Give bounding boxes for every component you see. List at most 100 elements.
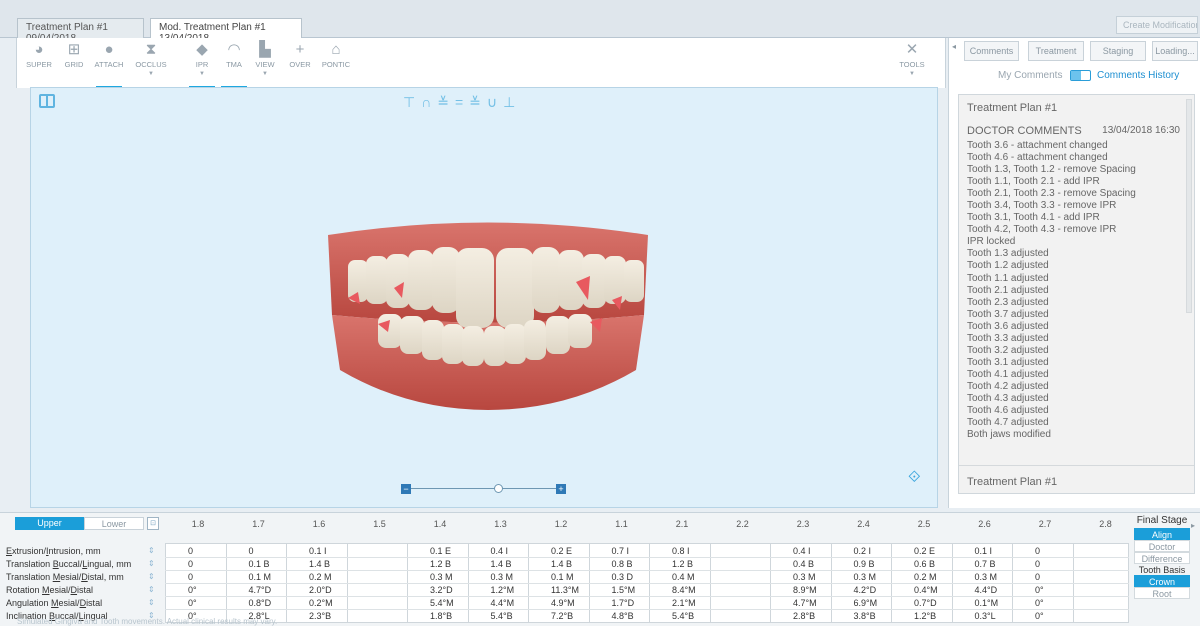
table-cell[interactable]: 0: [1035, 546, 1085, 556]
table-cell[interactable]: 4.7°D: [249, 585, 299, 595]
table-cell[interactable]: 0.2 E: [551, 546, 601, 556]
table-cell[interactable]: 0.3 M: [975, 572, 1025, 582]
comments-scrollbar[interactable]: [1186, 99, 1192, 313]
tool-attach[interactable]: ● ATTACH: [92, 40, 126, 89]
table-cell[interactable]: 5.4°B: [491, 611, 541, 621]
tooth-column-header[interactable]: 2.3: [773, 519, 833, 529]
table-cell[interactable]: 5.4°B: [672, 611, 722, 621]
table-cell[interactable]: 0.1 I: [309, 546, 359, 556]
tooth-column-header[interactable]: 1.5: [350, 519, 410, 529]
table-cell[interactable]: 0.8 I: [672, 546, 722, 556]
table-cell[interactable]: 0.6 B: [914, 559, 964, 569]
dental-arch-3d-model[interactable]: [318, 220, 658, 410]
tool-occlusion[interactable]: ⧗ OCCLUS ▼: [134, 40, 168, 78]
view-orientation-icons[interactable]: ⊤∩≚=≚∪⊥: [403, 94, 521, 111]
tool-grid[interactable]: ⊞ GRID: [57, 40, 91, 70]
table-cell[interactable]: 3.2°D: [430, 585, 480, 595]
table-cell[interactable]: 4.9°M: [551, 598, 601, 608]
jaw-lower-button[interactable]: Lower: [84, 517, 144, 530]
table-cell[interactable]: 0.3°L: [975, 611, 1025, 621]
table-cell[interactable]: 0.1 M: [249, 572, 299, 582]
tooth-column-header[interactable]: 1.7: [229, 519, 289, 529]
table-cell[interactable]: 4.2°D: [854, 585, 904, 595]
table-cell[interactable]: 0: [188, 559, 238, 569]
final-stage-option-align[interactable]: Align: [1134, 528, 1190, 540]
table-cell[interactable]: 0°: [188, 585, 238, 595]
table-cell[interactable]: 4.4°M: [491, 598, 541, 608]
tooth-column-header[interactable]: 1.6: [289, 519, 349, 529]
table-cell[interactable]: 0: [1035, 572, 1085, 582]
table-cell[interactable]: 1.4 B: [309, 559, 359, 569]
comments-history-label[interactable]: Comments History: [1097, 70, 1179, 81]
jaw-options-icon[interactable]: ⊡: [147, 517, 159, 530]
zoom-in-icon[interactable]: +: [556, 484, 566, 494]
table-cell[interactable]: 0.4 M: [672, 572, 722, 582]
table-cell[interactable]: 0.7 B: [975, 559, 1025, 569]
table-cell[interactable]: 0.1 M: [551, 572, 601, 582]
table-cell[interactable]: 0.1 E: [430, 546, 480, 556]
table-cell[interactable]: 0°: [1035, 585, 1085, 595]
tool-ipr[interactable]: ◆ IPR ▼: [185, 40, 219, 89]
tooth-column-header[interactable]: 2.6: [955, 519, 1015, 529]
tab-staging[interactable]: Staging: [1090, 41, 1146, 61]
table-cell[interactable]: 0.9 B: [854, 559, 904, 569]
tooth-column-header[interactable]: 1.2: [531, 519, 591, 529]
comments-toggle-switch[interactable]: [1070, 70, 1091, 81]
tab-treatment[interactable]: Treatment: [1028, 41, 1084, 61]
table-cell[interactable]: 0.8 B: [612, 559, 662, 569]
table-cell[interactable]: 0.3 M: [491, 572, 541, 582]
jaw-upper-button[interactable]: Upper: [15, 517, 84, 530]
table-cell[interactable]: 3.8°B: [854, 611, 904, 621]
table-cell[interactable]: 4.7°M: [793, 598, 843, 608]
tooth-column-header[interactable]: 2.2: [713, 519, 773, 529]
table-cell[interactable]: 1.5°M: [612, 585, 662, 595]
table-cell[interactable]: 2.3°B: [309, 611, 359, 621]
table-cell[interactable]: 2.8°B: [793, 611, 843, 621]
table-cell[interactable]: 4.8°B: [612, 611, 662, 621]
table-cell[interactable]: 0.2 I: [854, 546, 904, 556]
zoom-handle[interactable]: [494, 484, 503, 493]
tooth-column-header[interactable]: 1.1: [592, 519, 652, 529]
tooth-column-header[interactable]: 2.5: [894, 519, 954, 529]
table-cell[interactable]: 0: [188, 572, 238, 582]
table-cell[interactable]: 0.8°D: [249, 598, 299, 608]
tool-tools[interactable]: ✕ TOOLS ▼: [895, 40, 929, 78]
table-cell[interactable]: 0°: [1035, 598, 1085, 608]
tooth-basis-option-root[interactable]: Root: [1134, 587, 1190, 599]
zoom-slider[interactable]: − +: [401, 482, 566, 496]
table-cell[interactable]: 1.2°M: [491, 585, 541, 595]
table-cell[interactable]: 1.8°B: [430, 611, 480, 621]
tooth-column-header[interactable]: 1.8: [168, 519, 228, 529]
table-cell[interactable]: 0.4 I: [793, 546, 843, 556]
table-cell[interactable]: 0.2 M: [309, 572, 359, 582]
table-cell[interactable]: 0.4 I: [491, 546, 541, 556]
table-cell[interactable]: 2.1°M: [672, 598, 722, 608]
tab-treatment-plan-1[interactable]: Treatment Plan #1 09/04/2018: [17, 18, 144, 44]
table-cell[interactable]: 1.4 B: [491, 559, 541, 569]
tooth-column-header[interactable]: 2.8: [1076, 519, 1136, 529]
tooth-column-header[interactable]: 2.7: [1015, 519, 1075, 529]
table-cell[interactable]: 0.2°M: [309, 598, 359, 608]
create-modification-button[interactable]: Create Modification: [1116, 16, 1198, 34]
tool-view[interactable]: ▙ VIEW ▼: [248, 40, 282, 78]
split-view-icon[interactable]: [39, 94, 55, 108]
expand-right-icon[interactable]: ▸: [1191, 521, 1195, 530]
tooth-column-header[interactable]: 2.1: [652, 519, 712, 529]
table-cell[interactable]: 0.1°M: [975, 598, 1025, 608]
table-cell[interactable]: 0.4°M: [914, 585, 964, 595]
orbit-icon[interactable]: ⟐: [908, 469, 921, 487]
table-cell[interactable]: 0: [249, 546, 299, 556]
table-cell[interactable]: 1.2 B: [430, 559, 480, 569]
tooth-column-header[interactable]: 1.3: [471, 519, 531, 529]
table-cell[interactable]: 8.9°M: [793, 585, 843, 595]
tab-comments[interactable]: Comments: [964, 41, 1019, 61]
table-cell[interactable]: 1.4 B: [551, 559, 601, 569]
tab-mod-treatment-plan-1[interactable]: Mod. Treatment Plan #1 13/04/2018: [150, 18, 302, 44]
tool-pontic[interactable]: ⌂ PONTIC: [319, 40, 353, 70]
table-cell[interactable]: 0: [188, 546, 238, 556]
table-cell[interactable]: 7.2°B: [551, 611, 601, 621]
table-cell[interactable]: 0°: [188, 598, 238, 608]
table-cell[interactable]: 5.4°M: [430, 598, 480, 608]
table-cell[interactable]: 0.1 B: [249, 559, 299, 569]
table-cell[interactable]: 0.2 E: [914, 546, 964, 556]
